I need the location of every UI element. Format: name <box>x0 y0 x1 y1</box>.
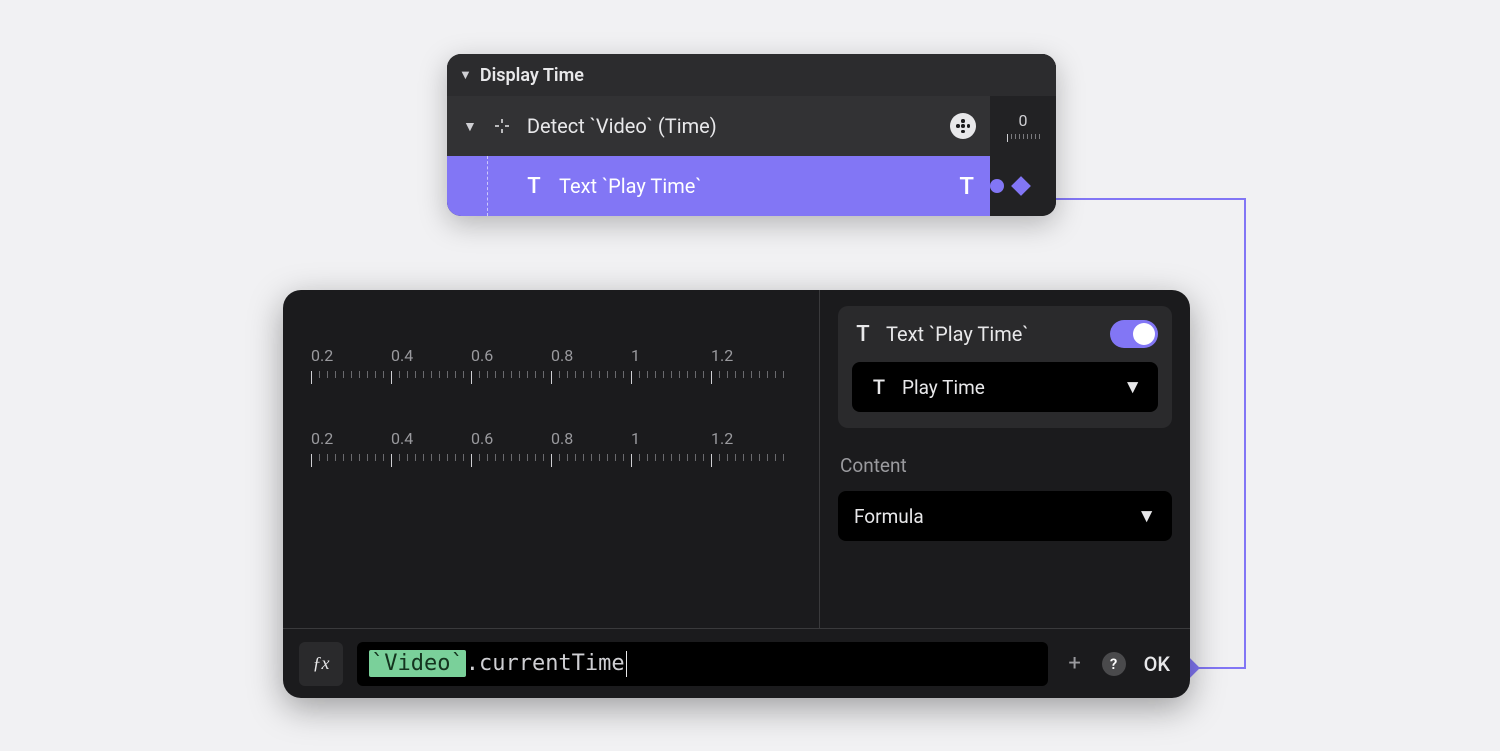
chevron-down-icon: ▼ <box>1123 375 1142 399</box>
timeline-ruler-1: 0.20.40.60.811.2 <box>311 346 791 385</box>
ruler-ticks <box>311 371 791 385</box>
ok-button[interactable]: OK <box>1140 652 1174 676</box>
text-icon: T <box>868 376 890 398</box>
ruler-labels: 0.20.40.60.811.2 <box>311 346 791 365</box>
ruler-ticks <box>311 454 791 468</box>
content-select-value: Formula <box>854 505 924 528</box>
panel-title: Display Time <box>480 65 584 86</box>
timeline-label-zero: 0 <box>1019 111 1028 130</box>
timeline-ticks <box>1007 134 1040 142</box>
disclosure-triangle-icon[interactable]: ▼ <box>463 118 477 135</box>
text-icon: T <box>523 175 545 197</box>
keyframe-dot-icon[interactable] <box>990 179 1004 193</box>
ruler-label: 0.4 <box>391 429 471 448</box>
ruler-label: 1.2 <box>711 346 791 365</box>
detect-icon <box>491 115 513 137</box>
ruler-label: 1 <box>631 429 711 448</box>
layer-tree-left: ▼ Display Time ▼ Detect `Video` (Time) <box>447 54 990 216</box>
layer-row-text-play-time[interactable]: T Text `Play Time` T <box>447 156 990 216</box>
ruler-label: 0.8 <box>551 346 631 365</box>
timeline-ruler-2: 0.20.40.60.811.2 <box>311 429 791 468</box>
inspector-right-column: T Text `Play Time` T Play Time ▼ Content… <box>820 290 1190 628</box>
chevron-down-icon: ▼ <box>1137 504 1156 528</box>
layer-row-label: Detect `Video` (Time) <box>527 114 717 138</box>
ruler-label: 0.2 <box>311 429 391 448</box>
layer-tree-panel: ▼ Display Time ▼ Detect `Video` (Time) <box>447 54 1056 216</box>
ruler-label: 1.2 <box>711 429 791 448</box>
timeline-gutter-cell: 0 <box>990 96 1056 156</box>
inspector-timeline-area: 0.20.40.60.811.2 0.20.40.60.811.2 <box>283 290 820 628</box>
text-cursor <box>626 651 627 677</box>
formula-input[interactable]: `Video`.currentTime <box>357 642 1048 686</box>
layer-select[interactable]: T Play Time ▼ <box>852 362 1158 412</box>
layer-card: T Text `Play Time` T Play Time ▼ <box>838 306 1172 428</box>
panel-header-display-time[interactable]: ▼ Display Time <box>447 54 990 96</box>
formula-suffix: .currentTime <box>466 651 625 676</box>
text-icon: T <box>852 323 874 345</box>
formula-token-video: `Video` <box>369 650 466 677</box>
ruler-label: 1 <box>631 346 711 365</box>
add-button[interactable]: + <box>1062 651 1088 677</box>
layer-card-title: Text `Play Time` <box>886 322 1029 346</box>
layer-row-detect-video[interactable]: ▼ Detect `Video` (Time) <box>447 96 990 156</box>
content-type-select[interactable]: Formula ▼ <box>838 491 1172 541</box>
ruler-label: 0.6 <box>471 429 551 448</box>
inspector-panel: 0.20.40.60.811.2 0.20.40.60.811.2 T Text… <box>283 290 1190 698</box>
ruler-label: 0.6 <box>471 346 551 365</box>
fx-icon[interactable]: ƒx <box>299 642 343 686</box>
layer-select-value: Play Time <box>902 376 985 399</box>
ruler-labels: 0.20.40.60.811.2 <box>311 429 791 448</box>
layer-row-label: Text `Play Time` <box>559 174 702 198</box>
ruler-label: 0.4 <box>391 346 471 365</box>
help-button[interactable]: ? <box>1102 652 1126 676</box>
indent-guide <box>487 156 488 216</box>
ruler-label: 0.2 <box>311 346 391 365</box>
formula-bar: ƒx `Video`.currentTime + ? OK <box>283 628 1190 698</box>
text-icon: T <box>959 172 974 200</box>
film-reel-icon <box>950 113 976 139</box>
ruler-label: 0.8 <box>551 429 631 448</box>
disclosure-triangle-icon[interactable]: ▼ <box>459 67 472 83</box>
layer-visibility-toggle[interactable] <box>1110 320 1158 348</box>
content-section-label: Content <box>840 454 1172 477</box>
